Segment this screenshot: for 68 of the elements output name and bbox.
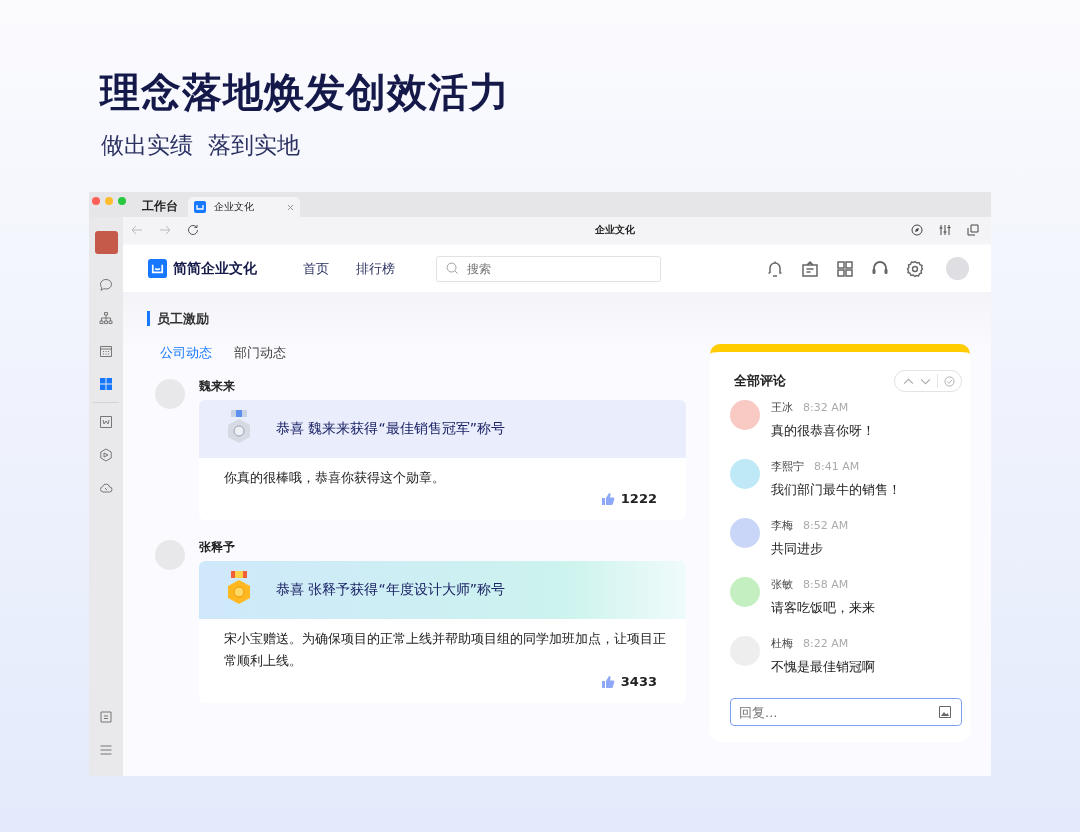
author-name: 张释予 xyxy=(199,540,236,556)
grid-icon[interactable] xyxy=(836,259,854,278)
comment-text: 共同进步 xyxy=(771,540,824,558)
close-icon[interactable] xyxy=(287,203,294,211)
feed-tab[interactable]: 部门动态 xyxy=(234,344,286,362)
forward-arrow-icon[interactable] xyxy=(159,224,171,236)
grid-icon[interactable] xyxy=(99,377,113,391)
comment-text: 不愧是最佳销冠啊 xyxy=(771,658,875,676)
nav-link[interactable]: 首页 xyxy=(303,259,329,278)
chevron-up-icon[interactable] xyxy=(903,375,914,387)
commenter-name: 杜梅 xyxy=(771,636,793,652)
page-title: 企业文化 xyxy=(594,223,636,237)
section-title: 员工激励 xyxy=(147,311,971,326)
id-card-icon[interactable] xyxy=(801,259,819,278)
external-window-icon[interactable] xyxy=(967,224,979,236)
document-icon[interactable] xyxy=(99,415,113,429)
reload-icon[interactable] xyxy=(187,224,199,236)
headline: 理念落地焕发创效活力 xyxy=(98,68,511,117)
panel-icon[interactable] xyxy=(99,710,113,724)
menu-icon[interactable] xyxy=(99,743,113,757)
comments-title: 全部评论 xyxy=(734,372,786,390)
comment-text: 真的很恭喜你呀！ xyxy=(771,422,875,440)
subheadline: 做出实绩 落到实地 xyxy=(100,131,301,160)
feed-tab[interactable]: 公司动态 xyxy=(160,344,212,362)
commenter-name: 李熙宁 xyxy=(771,459,804,475)
back-arrow-icon[interactable] xyxy=(131,224,143,236)
comment-time: 8:41 AM xyxy=(814,459,860,475)
image-icon[interactable] xyxy=(938,705,952,719)
author-name: 魏来来 xyxy=(199,379,236,395)
comment-text: 我们部门最牛的销售！ xyxy=(771,481,901,499)
search-field[interactable]: 搜索 xyxy=(436,255,661,282)
sliders-icon[interactable] xyxy=(939,224,951,236)
hexagon-icon[interactable] xyxy=(99,448,113,462)
check-circle-icon[interactable] xyxy=(944,375,955,387)
comment-time: 8:52 AM xyxy=(803,518,849,534)
user-avatar[interactable] xyxy=(94,231,118,254)
like-count: 3433 xyxy=(620,674,657,689)
thumbs-up-icon[interactable] xyxy=(600,491,615,506)
browser-tab[interactable]: 企业文化 xyxy=(188,197,300,217)
bell-icon[interactable] xyxy=(766,259,784,278)
search-icon xyxy=(446,261,459,275)
like-count: 1222 xyxy=(620,491,657,506)
commenter-name: 张敏 xyxy=(771,577,793,593)
maximize-button[interactable] xyxy=(118,197,126,205)
nav-link[interactable]: 排行榜 xyxy=(356,259,395,278)
app-logo-icon xyxy=(148,259,167,278)
award-text: 恭喜 张释予获得“年度设计大师”称号 xyxy=(276,581,505,599)
commenter-name: 李梅 xyxy=(771,518,793,534)
cloud-icon[interactable] xyxy=(99,481,113,495)
comment-time: 8:22 AM xyxy=(803,636,849,652)
close-button[interactable] xyxy=(92,197,100,205)
thumbs-up-icon[interactable] xyxy=(600,674,615,689)
post-message: 宋小宝赠送。为确保项目的正常上线并帮助项目组的同学加班加点，让项目正常顺利上线。 xyxy=(223,630,667,670)
calendar-icon[interactable] xyxy=(99,344,113,358)
workspace-tab[interactable]: 工作台 xyxy=(142,195,178,217)
org-chart-icon[interactable] xyxy=(99,311,113,325)
comment-time: 8:58 AM xyxy=(803,577,849,593)
compass-icon[interactable] xyxy=(911,224,923,236)
comment-text: 请客吃饭吧，来来 xyxy=(771,599,875,617)
chat-icon[interactable] xyxy=(99,278,113,292)
award-text: 恭喜 魏来来获得“最佳销售冠军”称号 xyxy=(276,420,505,438)
reply-field[interactable]: 回复... xyxy=(730,698,962,726)
app-logo-icon xyxy=(194,201,206,213)
comment-time: 8:32 AM xyxy=(803,400,849,416)
settings-icon[interactable] xyxy=(906,259,924,278)
commenter-name: 王冰 xyxy=(771,400,793,416)
app-name: 简简企业文化 xyxy=(173,259,257,278)
post-message: 你真的很棒哦，恭喜你获得这个勋章。 xyxy=(223,469,446,487)
